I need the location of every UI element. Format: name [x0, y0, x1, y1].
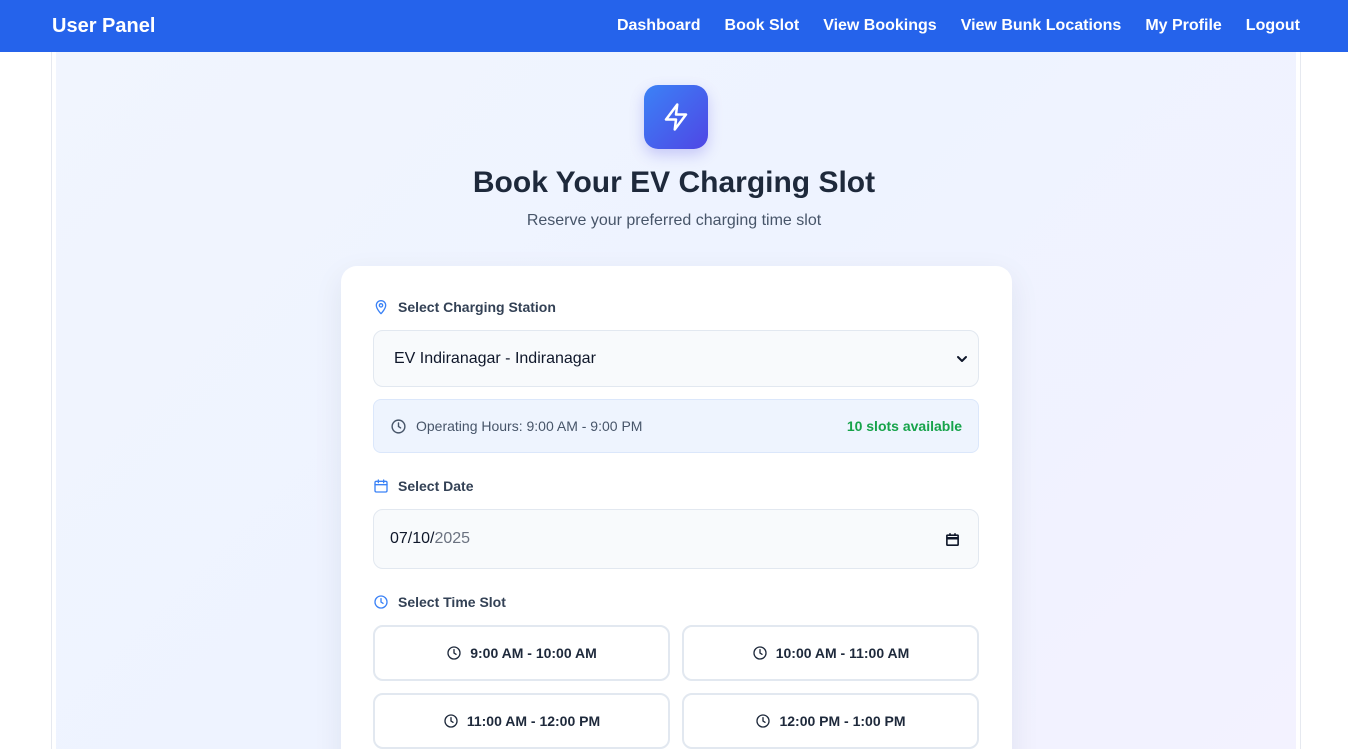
chevron-down-icon [957, 355, 967, 362]
station-select-value: EV Indiranagar - Indiranagar [394, 349, 596, 367]
clock-icon [391, 418, 406, 434]
time-slot-button[interactable]: 10:00 AM - 11:00 AM [682, 625, 979, 681]
booking-form-card: Select Charging Station EV Indiranagar -… [341, 266, 1012, 749]
time-slot-label: 10:00 AM - 11:00 AM [775, 645, 910, 661]
calendar-picker-icon[interactable] [945, 532, 960, 547]
station-label: Select Charging Station [373, 299, 556, 315]
time-slot-button[interactable]: 11:00 AM - 12:00 PM [373, 693, 670, 749]
station-info-box: Operating Hours: 9:00 AM - 9:00 PM 10 sl… [373, 399, 979, 453]
map-pin-icon [375, 300, 387, 315]
clock-icon [447, 646, 461, 660]
clock-icon [753, 646, 767, 660]
date-year: 2025 [434, 530, 471, 547]
brand-title: User Panel [52, 14, 156, 37]
time-slot-button[interactable]: 9:00 AM - 10:00 AM [373, 625, 670, 681]
time-slot-label: 12:00 PM - 1:00 PM [779, 713, 906, 729]
nav-link-logout[interactable]: Logout [1246, 17, 1300, 35]
page-title: Book Your EV Charging Slot [472, 166, 876, 199]
top-navbar: User Panel Dashboard Book Slot View Book… [0, 0, 1348, 52]
page-subtitle: Reserve your preferred charging time slo… [526, 212, 822, 229]
time-slot-label-text: Select Time Slot [398, 594, 506, 610]
date-label: Select Date [373, 478, 473, 494]
date-month-day: 07/10/ [390, 530, 435, 547]
station-select[interactable]: EV Indiranagar - Indiranagar [373, 330, 979, 387]
nav-link-view-bookings[interactable]: View Bookings [823, 17, 937, 35]
slots-available-badge: 10 slots available [846, 418, 962, 434]
date-value: 07/10/2025 [390, 530, 470, 548]
lightning-bolt-icon [644, 85, 708, 149]
nav-link-book-slot[interactable]: Book Slot [725, 17, 800, 35]
station-label-text: Select Charging Station [398, 299, 556, 315]
time-slot-label: 9:00 AM - 10:00 AM [470, 645, 597, 661]
nav-link-view-bunk-locations[interactable]: View Bunk Locations [961, 17, 1122, 35]
operating-hours: Operating Hours: 9:00 AM - 9:00 PM [416, 418, 643, 434]
nav-link-dashboard[interactable]: Dashboard [617, 17, 701, 35]
calendar-icon [374, 479, 388, 493]
clock-icon [444, 714, 458, 728]
date-input[interactable]: 07/10/2025 [373, 509, 979, 569]
time-slot-button[interactable]: 12:00 PM - 1:00 PM [682, 693, 979, 749]
nav-links: Dashboard Book Slot View Bookings View B… [617, 17, 1300, 35]
nav-link-my-profile[interactable]: My Profile [1145, 17, 1221, 35]
date-label-text: Select Date [398, 478, 474, 494]
time-slot-label: 11:00 AM - 12:00 PM [466, 713, 601, 729]
clock-icon [756, 714, 771, 728]
time-slot-label: Select Time Slot [373, 594, 506, 610]
clock-icon [374, 595, 388, 609]
